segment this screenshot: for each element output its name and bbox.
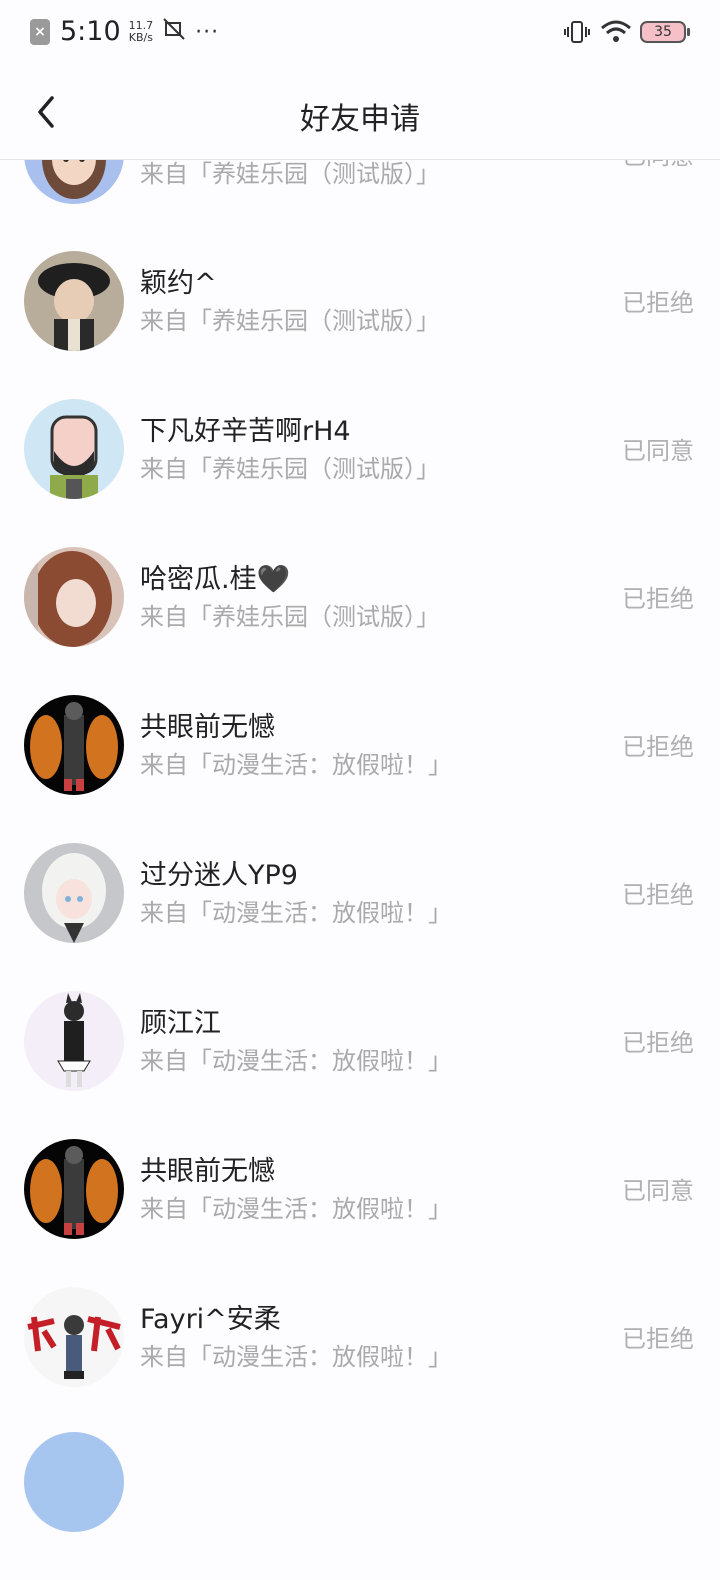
requester-name: 颖约^ [140, 268, 217, 299]
avatar [24, 695, 124, 795]
more-notifications-icon: ··· [195, 19, 220, 45]
network-speed: 11.7 KB/s [129, 20, 154, 44]
requester-name: 共眼前无憾 [140, 712, 275, 743]
avatar [24, 1432, 124, 1532]
navigation-header: 好友申请 [0, 66, 720, 160]
request-status: 已拒绝 [622, 881, 694, 909]
request-status: 已同意 [622, 437, 694, 465]
avatar [24, 251, 124, 351]
list-item[interactable]: Fayri^安柔 来自「动漫生活：放假啦！」 已拒绝 [0, 1287, 720, 1435]
request-status: 已拒绝 [622, 289, 694, 317]
avatar [24, 547, 124, 647]
avatar [24, 1139, 124, 1239]
request-status: 已拒绝 [622, 585, 694, 613]
request-source: 来自「养娃乐园（测试版）」 [140, 455, 440, 483]
avatar [24, 399, 124, 499]
request-source: 来自「养娃乐园（测试版）」 [140, 603, 440, 631]
request-source: 来自「动漫生活：放假啦！」 [140, 751, 452, 779]
avatar [24, 991, 124, 1091]
friend-request-list: 来自「养娃乐园（测试版）」 已同意 颖约^ 来自「养娃乐园（测试版）」 已拒绝 [0, 0, 720, 1532]
list-item[interactable]: 顾江江 来自「动漫生活：放假啦！」 已拒绝 [0, 991, 720, 1139]
wifi-icon [601, 20, 631, 42]
request-source: 来自「动漫生活：放假啦！」 [140, 899, 452, 927]
list-item[interactable]: 共眼前无憾 来自「动漫生活：放假啦！」 已拒绝 [0, 695, 720, 843]
request-status: 已拒绝 [622, 733, 694, 761]
avatar [24, 1287, 124, 1387]
status-time: 5:10 [60, 16, 121, 47]
requester-name: 过分迷人YP9 [140, 860, 298, 891]
list-item[interactable] [0, 1432, 720, 1580]
avatar [24, 843, 124, 943]
requester-name: 顾江江 [140, 1008, 221, 1039]
list-item[interactable]: 哈密瓜.桂🖤 来自「养娃乐园（测试版）」 已拒绝 [0, 547, 720, 695]
vibrate-icon [564, 21, 590, 43]
list-item[interactable]: 共眼前无憾 来自「动漫生活：放假啦！」 已同意 [0, 1139, 720, 1287]
requester-name: Fayri^安柔 [140, 1304, 281, 1335]
request-source: 来自「动漫生活：放假啦！」 [140, 1195, 452, 1223]
list-item[interactable]: 下凡好辛苦啊rH4 来自「养娃乐园（测试版）」 已同意 [0, 399, 720, 547]
battery-indicator: 35 [640, 21, 690, 43]
requester-name: 哈密瓜.桂🖤 [140, 564, 291, 595]
request-status: 已拒绝 [622, 1325, 694, 1353]
screenshot-off-icon [163, 18, 185, 46]
list-item[interactable]: 颖约^ 来自「养娃乐园（测试版）」 已拒绝 [0, 251, 720, 399]
requester-name: 共眼前无憾 [140, 1156, 275, 1187]
list-item[interactable]: 过分迷人YP9 来自「动漫生活：放假啦！」 已拒绝 [0, 843, 720, 991]
page-title: 好友申请 [300, 102, 420, 137]
status-bar: × 5:10 11.7 KB/s ··· 35 [0, 0, 720, 66]
request-status: 已同意 [622, 1177, 694, 1205]
request-source: 来自「动漫生活：放假啦！」 [140, 1343, 452, 1371]
request-status: 已拒绝 [622, 1029, 694, 1057]
notification-x-icon: × [30, 19, 50, 45]
requester-name: 下凡好辛苦啊rH4 [140, 416, 351, 447]
request-source: 来自「养娃乐园（测试版）」 [140, 307, 440, 335]
network-speed-unit: KB/s [128, 31, 153, 44]
request-source: 来自「动漫生活：放假啦！」 [140, 1047, 452, 1075]
